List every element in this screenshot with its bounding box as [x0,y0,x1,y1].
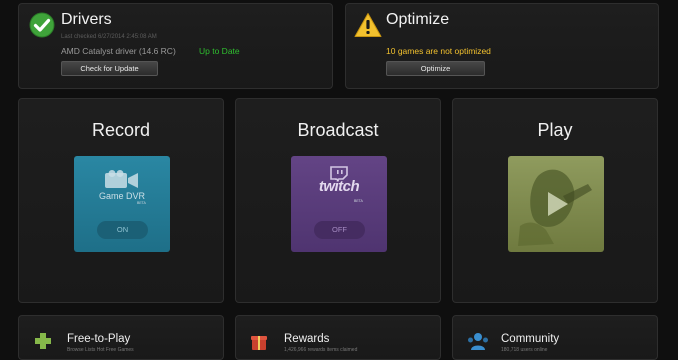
free-to-play-sub: Browse Lists Hot Free Games [67,347,134,353]
free-to-play-panel[interactable]: Free-to-Play Browse Lists Hot Free Games [18,315,224,360]
play-game-tile[interactable] [508,156,604,252]
twitch-toggle[interactable]: OFF [314,221,365,239]
game-dvr-toggle[interactable]: ON [97,221,148,239]
rewards-sub: 1,426,966 rewards items claimed [284,347,358,353]
twitch-wordmark: twitch [318,178,360,195]
twitch-tile[interactable]: twitch BETA OFF [291,156,387,252]
play-icon [548,192,568,216]
gift-icon [251,336,267,350]
game-dvr-beta-badge: BETA [137,201,146,205]
community-sub: 180,718 users online [501,347,548,353]
rewards-title: Rewards [284,333,330,345]
video-camera-icon [105,170,138,188]
community-people-icon [468,333,488,350]
last-checked-text: Last checked 6/27/2014 2:45:08 AM [61,34,157,40]
game-dvr-label: Game DVR [98,191,145,201]
optimize-message: 10 games are not optimized [386,46,491,56]
play-title: Play [537,120,573,140]
drivers-title: Drivers [61,11,112,28]
record-title: Record [91,120,151,140]
broadcast-card: Broadcast twitch BETA OFF [235,98,441,303]
broadcast-title: Broadcast [297,120,379,140]
driver-name: AMD Catalyst driver (14.6 RC) [61,46,176,56]
game-dvr-tile[interactable]: Game DVR BETA ON [74,156,170,252]
optimize-button[interactable]: Optimize [386,61,485,76]
check-for-update-button[interactable]: Check for Update [61,61,158,76]
record-card: Record Game DVR BETA ON [18,98,224,303]
community-title: Community [501,333,560,345]
warning-icon [354,13,382,37]
driver-status: Up to Date [199,46,240,56]
checkmark-icon [29,12,55,38]
play-card: Play [452,98,658,303]
twitch-beta-badge: BETA [354,199,363,203]
gamepad-cross-icon [35,333,51,349]
community-panel[interactable]: Community 180,718 users online [452,315,658,360]
rewards-panel[interactable]: Rewards 1,426,966 rewards items claimed [235,315,441,360]
optimize-title: Optimize [386,11,450,28]
drivers-panel: Drivers Last checked 6/27/2014 2:45:08 A… [18,3,333,89]
optimize-panel: Optimize 10 games are not optimized Opti… [345,3,659,89]
free-to-play-title: Free-to-Play [67,333,131,345]
